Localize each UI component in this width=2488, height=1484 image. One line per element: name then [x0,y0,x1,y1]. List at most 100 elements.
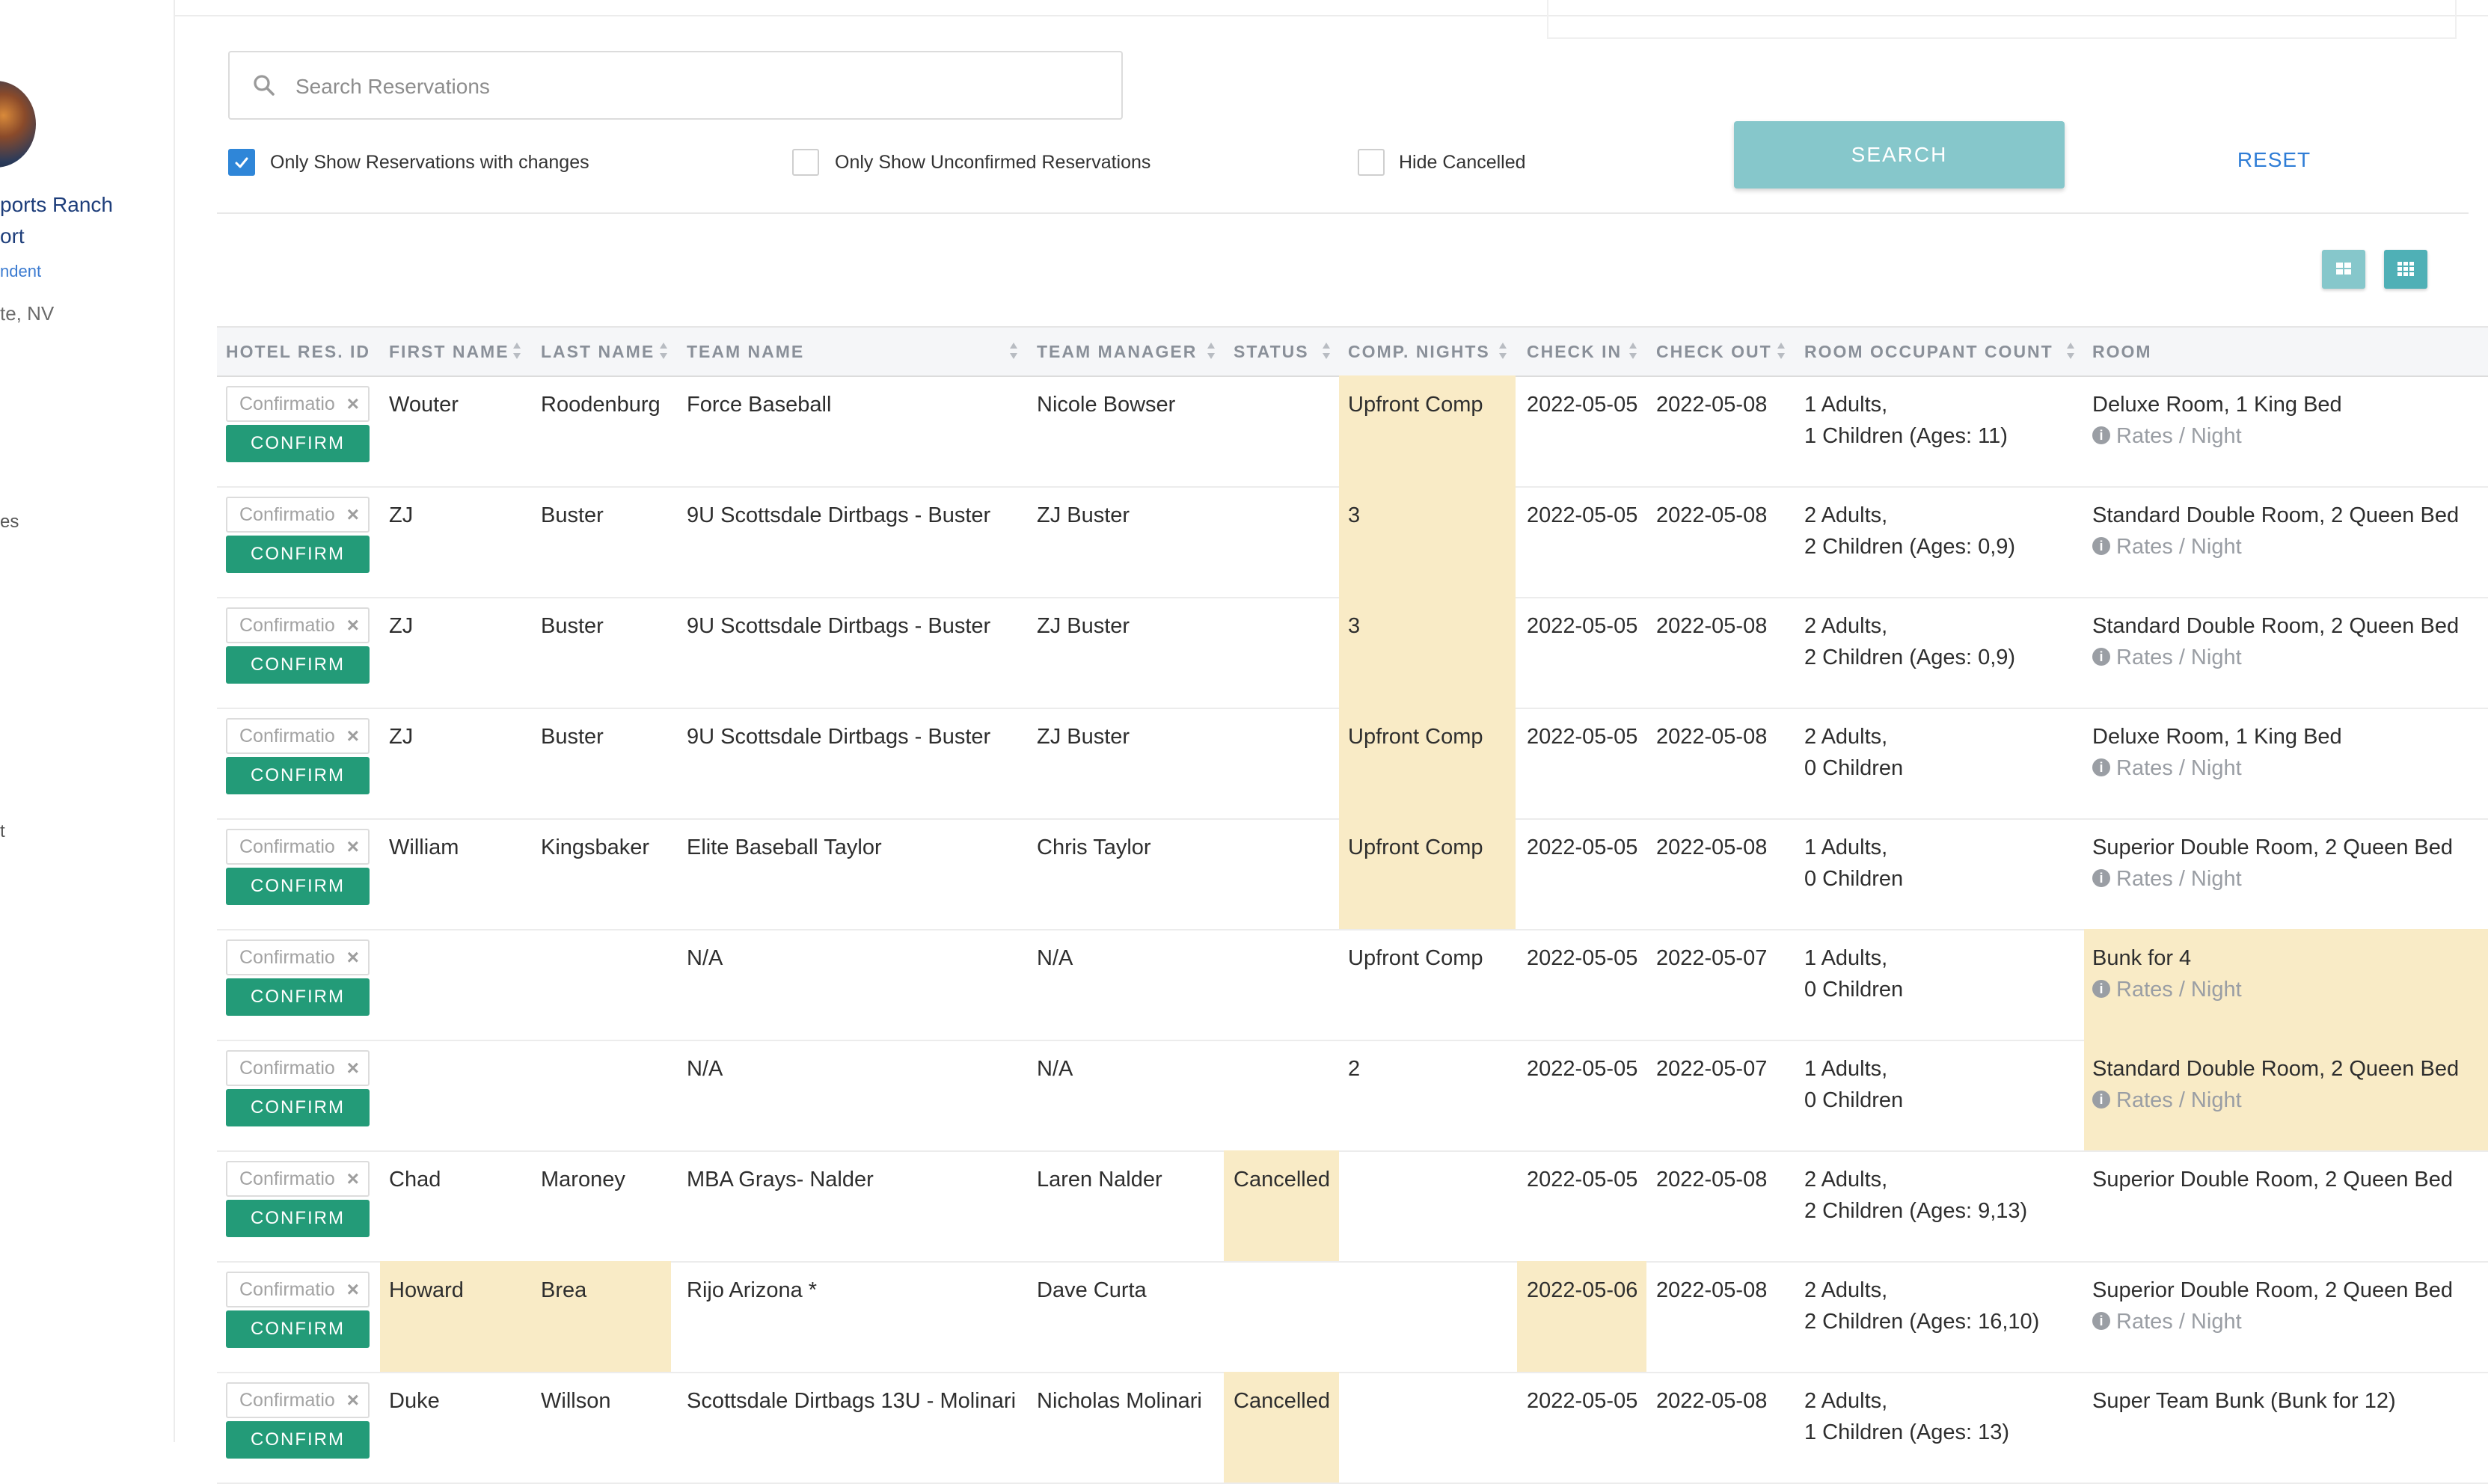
first-name-cell: Wouter [389,393,459,417]
confirmation-number-input[interactable]: Confirmation × [226,829,370,865]
hide-cancelled-checkbox[interactable] [1358,149,1385,176]
comp-nights-cell: Upfront Comp [1348,725,1483,749]
confirmation-number-input[interactable]: Confirmation × [226,718,370,754]
table-row[interactable]: Confirmation × CONFIRM William Kingsbaker Eli… [217,818,2488,930]
confirmation-number-input[interactable]: Confirmation × [226,1272,370,1307]
table-row[interactable]: Confirmation × CONFIRM Howard Brea Rijo Arizo… [217,1261,2488,1373]
team-manager-cell: ZJ Buster [1037,614,1130,638]
check-in-cell: 2022-05-05 [1527,1057,1638,1081]
confirm-button[interactable]: CONFIRM [226,868,370,905]
sort-icon[interactable] [1010,343,1020,361]
check-in-cell: 2022-05-05 [1527,503,1638,527]
sort-icon[interactable] [2067,343,2077,361]
column-header-hotel-res-id[interactable]: HOTEL RES. ID [226,328,370,375]
confirm-button[interactable]: CONFIRM [226,1200,370,1237]
grid-large-view-button[interactable] [2322,250,2365,289]
check-out-cell: 2022-05-08 [1656,1168,1768,1192]
confirmation-placeholder: Confirmation [239,504,335,525]
column-header-room-occupant-count[interactable]: ROOM OCCUPANT COUNT [1804,328,2053,375]
occupant-count-cell: 1 Adults, [1804,946,1888,970]
info-icon: i [2092,758,2110,777]
confirmation-number-input[interactable]: Confirmation × [226,1161,370,1197]
sort-icon[interactable] [1499,343,1510,361]
first-name-cell: Duke [389,1389,440,1413]
table-row[interactable]: Confirmation × CONFIRM ZJ Buster 9U Scottsdal… [217,597,2488,709]
clear-icon[interactable]: × [347,835,359,859]
column-header-check-in[interactable]: CHECK IN [1527,328,1622,375]
clear-icon[interactable]: × [347,1278,359,1301]
sort-icon[interactable] [513,343,524,361]
check-in-cell: 2022-05-05 [1527,1168,1638,1192]
column-header-room[interactable]: ROOM [2092,328,2152,375]
rates-per-night-link[interactable]: i Rates / Night [2092,863,2242,895]
rates-per-night-link[interactable]: i Rates / Night [2092,531,2242,562]
confirm-button[interactable]: CONFIRM [226,1089,370,1126]
clear-icon[interactable]: × [347,945,359,969]
avatar[interactable] [0,81,36,168]
clear-icon[interactable]: × [347,392,359,416]
table-row[interactable]: Confirmation × CONFIRM ZJ Buster 9U Scottsdal… [217,708,2488,820]
sort-icon[interactable] [1207,343,1218,361]
confirm-button[interactable]: CONFIRM [226,1310,370,1348]
reset-button[interactable]: RESET [2214,148,2334,178]
table-row[interactable]: Confirmation × CONFIRM N/A N/A Upfront Comp 20… [217,929,2488,1041]
sort-icon[interactable] [1629,343,1640,361]
sidebar-property-name-line2[interactable]: ort [0,224,25,248]
column-header-team-manager[interactable]: TEAM MANAGER [1037,328,1197,375]
rates-per-night-link[interactable]: i Rates / Night [2092,420,2242,452]
confirm-button[interactable]: CONFIRM [226,757,370,794]
sort-icon[interactable] [1777,343,1788,361]
table-row[interactable]: Confirmation × CONFIRM Wouter Roodenburg Forc… [217,375,2488,488]
only-changes-label[interactable]: Only Show Reservations with changes [270,152,589,174]
clear-icon[interactable]: × [347,503,359,527]
hide-cancelled-label[interactable]: Hide Cancelled [1399,152,1526,174]
sort-icon[interactable] [660,343,670,361]
search-box[interactable] [228,51,1123,120]
sort-icon[interactable] [1323,343,1333,361]
rates-per-night-link[interactable]: i Rates / Night [2092,1306,2242,1337]
confirmation-number-input[interactable]: Confirmation × [226,1382,370,1418]
team-name-cell: MBA Grays- Nalder [687,1168,874,1192]
confirmation-number-input[interactable]: Confirmation × [226,386,370,422]
table-row[interactable]: Confirmation × CONFIRM ZJ Buster 9U Scottsdal… [217,486,2488,598]
confirmation-number-input[interactable]: Confirmation × [226,607,370,643]
search-button[interactable]: SEARCH [1734,121,2065,188]
confirm-button[interactable]: CONFIRM [226,1421,370,1459]
clear-icon[interactable]: × [347,1167,359,1191]
rates-per-night-link[interactable]: i Rates / Night [2092,974,2242,1005]
table-row[interactable]: Confirmation × CONFIRM Chad Maroney MBA Grays… [217,1150,2488,1263]
column-header-team-name[interactable]: TEAM NAME [687,328,804,375]
confirmation-number-input[interactable]: Confirmation × [226,497,370,533]
rates-per-night-link[interactable]: i Rates / Night [2092,1085,2242,1116]
column-header-first-name[interactable]: FIRST NAME [389,328,509,375]
column-header-check-out[interactable]: CHECK OUT [1656,328,1772,375]
info-icon: i [2092,1091,2110,1109]
clear-icon[interactable]: × [347,1056,359,1080]
sidebar-nav-item[interactable]: t [0,821,5,842]
grid-small-view-button[interactable] [2384,250,2427,289]
rates-per-night-link[interactable]: i Rates / Night [2092,642,2242,673]
sidebar-nav-item[interactable]: es [0,512,19,533]
confirm-button[interactable]: CONFIRM [226,978,370,1016]
sidebar-property-name[interactable]: ports Ranch [0,193,113,217]
occupant-children-cell: 0 Children [1804,867,1904,891]
clear-icon[interactable]: × [347,724,359,748]
only-unconfirmed-label[interactable]: Only Show Unconfirmed Reservations [835,152,1150,174]
search-input[interactable] [294,66,1105,108]
confirm-button[interactable]: CONFIRM [226,646,370,684]
confirm-button[interactable]: CONFIRM [226,536,370,573]
clear-icon[interactable]: × [347,1388,359,1412]
column-header-comp-nights[interactable]: COMP. NIGHTS [1348,328,1490,375]
only-unconfirmed-checkbox[interactable] [792,149,819,176]
confirmation-number-input[interactable]: Confirmation × [226,939,370,975]
confirmation-number-input[interactable]: Confirmation × [226,1050,370,1086]
column-header-last-name[interactable]: LAST NAME [541,328,655,375]
occupant-children-cell: 2 Children (Ages: 0,9) [1804,535,2016,559]
table-row[interactable]: Confirmation × CONFIRM N/A N/A 2 2022-05-05 202… [217,1040,2488,1152]
table-row[interactable]: Confirmation × CONFIRM Duke Willson Scottsdal… [217,1372,2488,1484]
clear-icon[interactable]: × [347,613,359,637]
only-changes-checkbox[interactable] [228,149,255,176]
confirm-button[interactable]: CONFIRM [226,425,370,462]
column-header-status[interactable]: STATUS [1234,328,1309,375]
rates-per-night-link[interactable]: i Rates / Night [2092,752,2242,784]
